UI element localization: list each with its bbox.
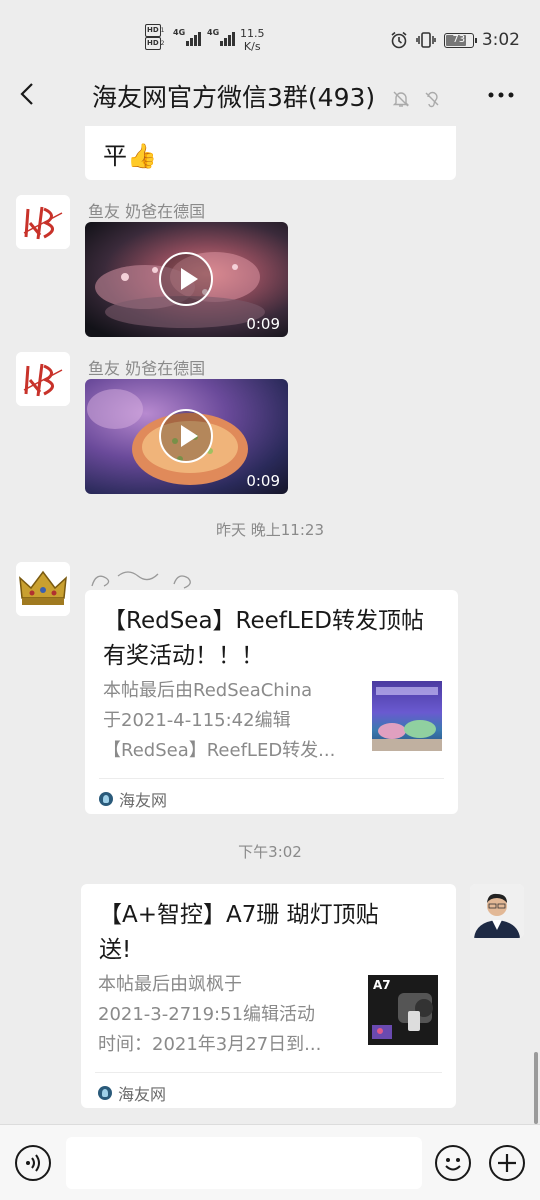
logo-avatar-icon <box>16 352 70 406</box>
card-desc-line: 于2021-4-115:42编辑 <box>103 710 291 731</box>
card-divider <box>99 778 444 779</box>
ornament-nickname-icon <box>91 571 191 589</box>
chat-title-text: 海友网官方微信3群(493) <box>92 83 376 112</box>
video-message[interactable]: 0:09 <box>85 379 288 494</box>
video-duration: 0:09 <box>246 315 280 333</box>
card-thumbnail: A7 <box>368 975 438 1045</box>
ear-icon <box>425 91 439 108</box>
message-timestamp: 下午3:02 <box>238 843 302 861</box>
network-type-label: 4G <box>173 28 186 37</box>
scroll-indicator[interactable] <box>534 1052 538 1124</box>
vibrate-icon <box>416 32 436 48</box>
emoji-icon <box>445 1158 461 1171</box>
more-functions-button[interactable] <box>489 1145 525 1181</box>
card-source: 海友网 <box>99 787 167 811</box>
card-source-name: 海友网 <box>118 1085 167 1104</box>
card-title-line: 送! <box>99 937 132 963</box>
card-thumbnail <box>372 681 442 751</box>
input-bar <box>0 1124 540 1200</box>
sender-name: 鱼友 奶爸在德国 <box>88 359 206 378</box>
video-message[interactable]: 0:09 <box>85 222 288 337</box>
more-options-icon[interactable] <box>486 80 516 110</box>
emoji-button[interactable] <box>435 1145 471 1181</box>
battery-level: 73 <box>452 33 466 45</box>
card-desc-line: 【RedSea】ReefLED转发... <box>103 740 336 761</box>
mute-bell-icon <box>392 91 410 107</box>
back-arrow-icon[interactable] <box>16 82 40 106</box>
plus-icon <box>498 1154 516 1172</box>
avatar[interactable] <box>16 562 70 616</box>
network-speed: 11.5 K/s <box>240 27 265 53</box>
card-source-name: 海友网 <box>119 791 168 810</box>
message-bubble[interactable]: 平👍 <box>85 126 456 180</box>
link-card[interactable]: 【RedSea】ReefLED转发顶帖 有奖活动！！！ 本帖最后由RedSeaC… <box>85 590 458 814</box>
play-icon[interactable] <box>159 252 213 306</box>
avatar[interactable] <box>16 195 70 249</box>
link-card[interactable]: 【A+智控】A7珊 瑚灯顶贴 送! 本帖最后由飒枫于 2021-3-2719:5… <box>81 884 456 1108</box>
card-title-line: 【A+智控】A7珊 瑚灯顶贴 <box>99 902 379 928</box>
source-logo-icon <box>99 792 113 806</box>
play-icon[interactable] <box>159 409 213 463</box>
network-type-label-2: 4G <box>207 28 220 37</box>
aquarium-thumbnail <box>372 687 442 751</box>
card-divider <box>95 1072 442 1073</box>
logo-avatar-icon <box>16 195 70 249</box>
avatar[interactable] <box>16 352 70 406</box>
card-title-line: 【RedSea】ReefLED转发顶帖 <box>103 608 424 634</box>
signal-icon-2 <box>220 30 235 46</box>
card-title-line: 有奖活动！！！ <box>103 643 264 669</box>
chat-title: 海友网官方微信3群(493) <box>92 78 441 114</box>
message-timestamp: 昨天 晚上11:23 <box>216 521 324 539</box>
card-desc-line: 时间：2021年3月27日到... <box>98 1034 322 1055</box>
speed-value: 11.5 <box>240 27 265 40</box>
card-title: 【A+智控】A7珊 瑚灯顶贴 送! <box>99 898 444 968</box>
card-desc-line: 本帖最后由飒枫于 <box>98 974 242 995</box>
card-desc-line: 2021-3-2719:51编辑活动 <box>98 1004 316 1025</box>
card-source: 海友网 <box>98 1081 166 1105</box>
chat-header: 海友网官方微信3群(493) <box>0 64 540 126</box>
voice-button[interactable] <box>15 1145 51 1181</box>
card-description: 本帖最后由飒枫于 2021-3-2719:51编辑活动 时间：2021年3月27… <box>98 970 362 1060</box>
video-duration: 0:09 <box>246 472 280 490</box>
voice-icon <box>26 1154 40 1172</box>
product-thumbnail <box>372 993 433 1039</box>
person-avatar-icon <box>470 884 524 938</box>
crown-avatar-icon <box>16 562 70 616</box>
signal-icon <box>186 30 201 46</box>
source-logo-icon <box>98 1086 112 1100</box>
card-description: 本帖最后由RedSeaChina 于2021-4-115:42编辑 【RedSe… <box>103 676 363 766</box>
status-time: 3:02 <box>481 30 520 50</box>
message-text: 平👍 <box>103 142 157 170</box>
alarm-icon <box>391 31 407 49</box>
self-avatar[interactable] <box>470 884 524 938</box>
card-desc-line: 本帖最后由RedSeaChina <box>103 680 313 701</box>
message-input[interactable] <box>66 1137 422 1189</box>
battery-icon: 73 <box>443 32 477 48</box>
speed-unit: K/s <box>243 40 261 53</box>
chat-area[interactable]: 平👍 鱼友 奶爸在德国 0:09 鱼友 奶爸在德国 0:09 昨天 晚上11:2… <box>0 126 540 1124</box>
card-title: 【RedSea】ReefLED转发顶帖 有奖活动！！！ <box>103 604 448 674</box>
sender-name: 鱼友 奶爸在德国 <box>88 202 206 221</box>
hd-indicator: HD 1 HD 2 <box>145 24 165 50</box>
